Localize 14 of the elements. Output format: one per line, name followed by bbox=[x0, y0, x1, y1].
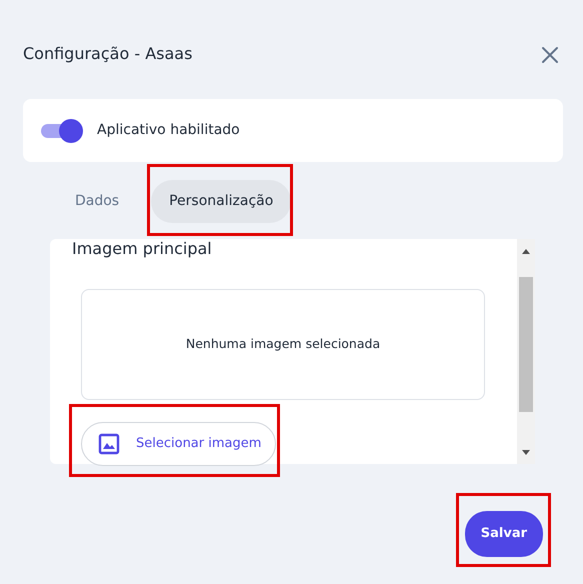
toggle-label: Aplicativo habilitado bbox=[97, 121, 240, 140]
save-button[interactable]: Salvar bbox=[464, 511, 543, 556]
select-image-button[interactable]: Selecionar imagem bbox=[81, 422, 276, 466]
scroll-up-icon[interactable] bbox=[521, 248, 531, 254]
tab[interactable]: Dados bbox=[57, 180, 138, 223]
section-title: Imagem principal bbox=[72, 239, 213, 259]
image-icon bbox=[98, 433, 120, 455]
dialog-title: Configuração - Asaas bbox=[23, 44, 192, 64]
tab[interactable]: Personalização bbox=[151, 180, 292, 223]
scrollbar[interactable] bbox=[517, 239, 535, 464]
image-field[interactable]: Nenhuma imagem selecionada bbox=[81, 289, 485, 400]
scroll-down-icon[interactable] bbox=[521, 450, 531, 456]
close-icon bbox=[541, 46, 559, 64]
scrollbar-thumb[interactable] bbox=[519, 277, 533, 412]
